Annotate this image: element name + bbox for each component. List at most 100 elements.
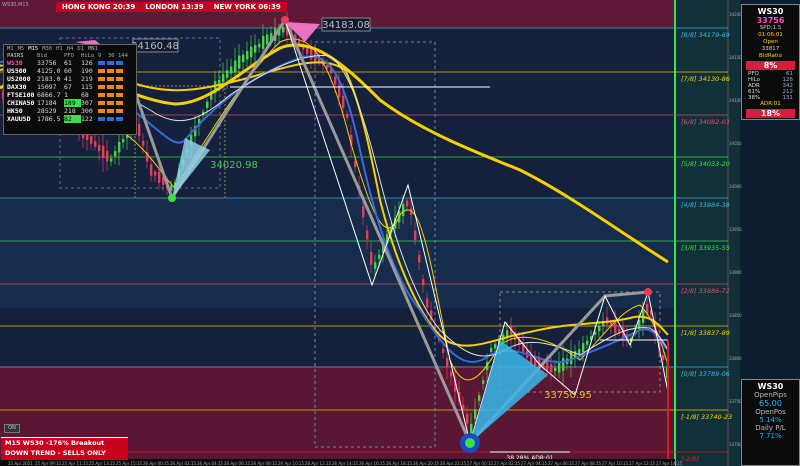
pair-row[interactable]: XAUUSD 1786.5 82 122 [4, 115, 136, 123]
candle-body [406, 200, 409, 207]
pair-pair: WS30 [7, 59, 23, 67]
panel-bidratio-value: 8% [746, 61, 795, 70]
x-axis: 25 Apr 2021 25 Apr 09:15 25 Apr 11:15 25 Ap… [8, 461, 683, 466]
murrey-level-label: [6/8] 34082-03 [681, 118, 730, 126]
murrey-level-label: [4/8] 33984-38 [681, 201, 730, 209]
candle-body [230, 66, 233, 74]
candle-body [490, 348, 493, 352]
x-axis-tick-label: 26 Apr 12:15 [305, 461, 332, 466]
trend-line-2: DOWN TREND - SELLS ONLY [5, 449, 106, 457]
panel-open-label: Open [763, 39, 778, 45]
candle-body [154, 171, 157, 176]
x-axis-tick-label: 26 Apr 02:15 [170, 461, 197, 466]
candle-body [138, 124, 141, 136]
pair-bid: 33756 [37, 59, 57, 67]
candle-body [426, 298, 429, 308]
pivot-high-dot-2 [644, 288, 652, 296]
panel-time: 01:06:01 [758, 32, 783, 38]
pair-pair: XAUUSD [7, 115, 31, 123]
open-pips-value: 65.00 [759, 399, 782, 408]
pair-pfo: 189 [64, 99, 81, 107]
timeframe-h1[interactable]: H1 [56, 46, 63, 52]
x-axis-tick-label: 25 Apr 09:15 [35, 461, 62, 466]
timeframe-h4[interactable]: H4 [67, 46, 74, 52]
candle-body [618, 328, 621, 332]
panel-symbol: WS30 [757, 7, 784, 16]
y-axis-tick-label: 33800 [729, 356, 742, 361]
murrey-level-label: [-1/8] 33740-23 [681, 413, 733, 421]
timeframe-m15[interactable]: M15 [28, 46, 38, 52]
murrey-level-label: [1/8] 33837-89 [681, 329, 730, 337]
pair-bid: 1786.5 [37, 115, 61, 123]
price-label-left-low: 34020.98 [210, 160, 258, 171]
pair-hilo: 122 [81, 115, 93, 123]
candle-body [150, 164, 153, 176]
timeframe-mn1[interactable]: MN1 [88, 46, 98, 52]
x-axis-tick-label: 25 Apr 15:15 [116, 461, 143, 466]
candle-body [378, 254, 381, 259]
candle-body [102, 145, 105, 159]
pair-row[interactable]: DAX30 15097 67 115 [4, 83, 136, 91]
pair-hilo: 190 [81, 67, 93, 75]
on-button[interactable]: ON [4, 424, 20, 433]
timeframe-row: M1 M5 M15 M30 H1 H4 D1 MN1 [4, 45, 136, 53]
candle-body [446, 357, 449, 368]
pivot-high-dot [281, 16, 289, 24]
pair-hilo: 219 [81, 75, 93, 83]
pair-row[interactable]: US500 4125.0 60 190 [4, 67, 136, 75]
candle-body [550, 364, 553, 372]
pair-row[interactable]: HK50 28529 218 300 [4, 107, 136, 115]
pair-bid: 17184 [37, 99, 57, 107]
open-pos-label: OpenPos [755, 408, 786, 416]
pips-panel: WS30 OpenPips 65.00 OpenPos 5.14% Daily … [741, 379, 800, 466]
pair-pair: HK50 [7, 107, 23, 115]
x-axis-tick-label: 25 Apr 11:15 [62, 461, 89, 466]
session-new-york: NEW YORK 06:39 [213, 3, 281, 11]
y-axis-tick-label: 33850 [729, 313, 742, 318]
timeframe-m30[interactable]: M30 [42, 46, 52, 52]
pair-pair: US2000 [7, 75, 31, 83]
pair-row[interactable]: WS30 33756 61 126 [4, 59, 136, 67]
candle-body [254, 45, 257, 53]
pair-pair: FTSE100 [7, 91, 35, 99]
pair-pfo: 67 [64, 83, 72, 91]
candle-body [422, 279, 425, 286]
murrey-level-label: [3/8] 33935-55 [681, 244, 730, 252]
candle-body [482, 380, 485, 384]
pips-symbol: WS30 [757, 382, 784, 391]
pair-row[interactable]: FTSE100 6866.7 1 68 [4, 91, 136, 99]
candle-body [474, 409, 477, 419]
session-hong-kong: HONG KONG 20:39 [62, 3, 136, 11]
panel-spread: SPD:1.5 [759, 25, 782, 31]
open-pips-label: OpenPips [754, 391, 787, 399]
candle-body [114, 151, 117, 157]
timeframe-d1[interactable]: D1 [77, 46, 84, 52]
pair-bid: 15097 [37, 83, 57, 91]
x-axis-tick-label: 27 Apr 10:15 [602, 461, 629, 466]
candle-body [222, 74, 225, 82]
candle-body [374, 262, 377, 269]
candle-body [234, 60, 237, 72]
murrey-level-label: [5/8] 34033-20 [681, 160, 730, 168]
candle-body [226, 70, 229, 78]
candle-body [246, 50, 249, 60]
pair-row[interactable]: CHINA50 17184 189 307 [4, 99, 136, 107]
y-axis-tick-label: 34050 [729, 141, 742, 146]
timeframe-m1[interactable]: M1 [7, 46, 14, 52]
pair-strength-bars [98, 93, 123, 97]
pair-strength-bars [98, 69, 123, 73]
candle-body [258, 43, 261, 48]
candle-body [98, 145, 101, 151]
x-axis-tick-label: 27 Apr 14:15 [656, 461, 683, 466]
pair-pfo: 82 [64, 115, 81, 123]
pair-row[interactable]: US2000 2183.0 41 219 [4, 75, 136, 83]
pair-bid: 2183.0 [37, 75, 61, 83]
timeframe-m5[interactable]: M5 [18, 46, 25, 52]
pair-pfo: 1 [64, 91, 68, 99]
candle-body [282, 27, 285, 33]
murrey-level-label: [0/8] 33789-06 [681, 370, 730, 378]
pair-hilo: 68 [81, 91, 89, 99]
pair-hilo: 307 [81, 99, 93, 107]
session-london: LONDON 13:39 [145, 3, 204, 11]
pair-strength-bars [98, 85, 123, 89]
